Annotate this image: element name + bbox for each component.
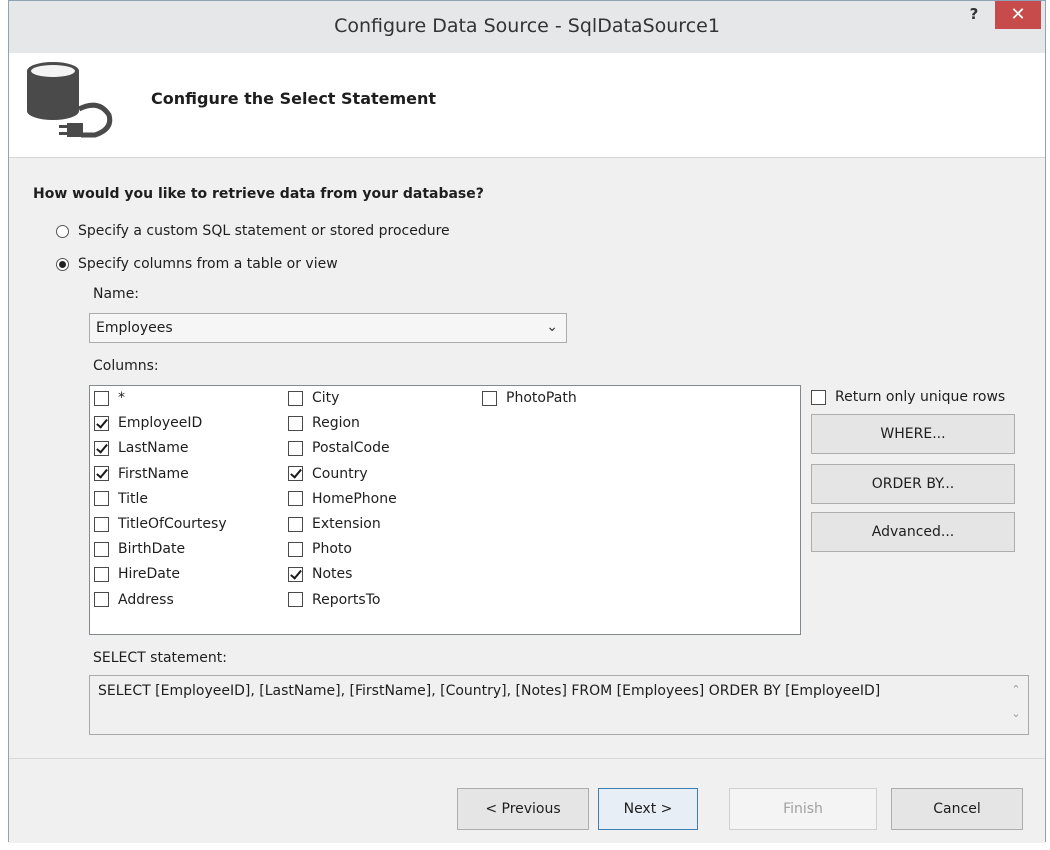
next-button[interactable]: Next > — [598, 788, 698, 830]
column-label: City — [312, 390, 340, 406]
table-columns-label: Specify columns from a table or view — [78, 256, 338, 272]
advanced-button[interactable]: Advanced... — [811, 512, 1015, 552]
column-label: Extension — [312, 516, 381, 532]
columns-list[interactable]: * EmployeeID LastName FirstName Title TitleOf… — [89, 385, 801, 635]
select-statement-box[interactable]: SELECT [EmployeeID], [LastName], [FirstN… — [89, 675, 1029, 735]
checkbox[interactable] — [288, 440, 303, 456]
checkbox[interactable] — [94, 491, 109, 507]
wizard-header: Configure the Select Statement — [9, 53, 1045, 158]
scrollbar[interactable]: ⌃ ⌄ — [1006, 678, 1026, 732]
select-statement-text: SELECT [EmployeeID], [LastName], [FirstN… — [98, 683, 881, 699]
column-label: PostalCode — [312, 440, 390, 457]
column-checkbox-item[interactable]: City — [288, 390, 339, 406]
column-label: TitleOfCourtesy — [118, 516, 227, 532]
select-statement-label: SELECT statement: — [93, 650, 227, 666]
order-by-button[interactable]: ORDER BY... — [811, 464, 1015, 504]
scroll-down-icon[interactable]: ⌄ — [1006, 702, 1026, 726]
column-checkbox-item[interactable]: Notes — [288, 566, 352, 582]
column-checkbox-item[interactable]: BirthDate — [94, 541, 185, 557]
checkbox[interactable] — [288, 390, 303, 406]
column-checkbox-item[interactable]: Photo — [288, 541, 352, 557]
column-checkbox-item[interactable]: ReportsTo — [288, 592, 380, 608]
column-label: Address — [118, 591, 174, 608]
column-label: Photo — [312, 541, 352, 558]
chevron-down-icon[interactable]: ⌄ — [546, 319, 558, 335]
custom-sql-radio[interactable]: Specify a custom SQL statement or stored… — [56, 223, 450, 239]
dialog-window: Configure Data Source - SqlDataSource1 ?… — [8, 0, 1046, 843]
checkbox[interactable] — [811, 389, 826, 405]
column-label: FirstName — [118, 465, 189, 482]
checkbox-checked[interactable] — [288, 566, 303, 582]
column-label: Country — [312, 465, 368, 482]
columns-label: Columns: — [93, 358, 159, 374]
column-checkbox-item[interactable]: Country — [288, 466, 368, 482]
column-checkbox-item[interactable]: Title — [94, 491, 148, 507]
name-label: Name: — [93, 286, 140, 302]
cancel-button[interactable]: Cancel — [891, 788, 1023, 830]
column-checkbox-item[interactable]: LastName — [94, 440, 188, 456]
wizard-body: How would you like to retrieve data from… — [9, 158, 1045, 758]
column-label: BirthDate — [118, 541, 186, 558]
checkbox[interactable] — [288, 541, 303, 557]
column-checkbox-item[interactable]: Extension — [288, 516, 381, 532]
custom-sql-label: Specify a custom SQL statement or stored… — [78, 223, 450, 239]
unique-rows-label: Return only unique rows — [835, 389, 1006, 405]
radio-circle[interactable] — [56, 224, 69, 238]
column-label: Notes — [312, 566, 353, 583]
column-label: PhotoPath — [506, 390, 577, 406]
close-button[interactable]: ✕ — [995, 1, 1041, 29]
table-columns-radio[interactable]: Specify columns from a table or view — [56, 256, 338, 272]
checkbox[interactable] — [94, 390, 109, 406]
column-label: EmployeeID — [118, 415, 203, 432]
title-bar: Configure Data Source - SqlDataSource1 ?… — [9, 1, 1045, 54]
finish-button: Finish — [729, 788, 877, 830]
column-checkbox-item[interactable]: Region — [288, 415, 360, 431]
checkbox-checked[interactable] — [94, 415, 109, 431]
checkbox[interactable] — [94, 592, 109, 608]
database-plug-icon — [27, 62, 113, 138]
column-checkbox-item[interactable]: HireDate — [94, 566, 180, 582]
scroll-up-icon[interactable]: ⌃ — [1006, 678, 1026, 702]
column-checkbox-item[interactable]: HomePhone — [288, 491, 397, 507]
window-title: Configure Data Source - SqlDataSource1 — [334, 15, 720, 37]
checkbox[interactable] — [288, 415, 303, 431]
wizard-footer: < Previous Next > Finish Cancel — [9, 758, 1045, 843]
checkbox[interactable] — [94, 566, 109, 582]
column-checkbox-item[interactable]: PostalCode — [288, 440, 390, 456]
table-name-value: Employees — [96, 320, 173, 336]
checkbox-checked[interactable] — [94, 440, 109, 456]
page-title: Configure the Select Statement — [151, 89, 437, 108]
checkbox[interactable] — [94, 516, 109, 532]
column-label: Region — [312, 415, 360, 432]
column-label: LastName — [118, 440, 189, 457]
column-checkbox-item[interactable]: EmployeeID — [94, 415, 202, 431]
where-button[interactable]: WHERE... — [811, 414, 1015, 454]
column-checkbox-item[interactable]: TitleOfCourtesy — [94, 516, 227, 532]
column-checkbox-item[interactable]: Address — [94, 592, 174, 608]
column-label: Title — [118, 490, 149, 507]
checkbox[interactable] — [482, 390, 497, 406]
help-button[interactable]: ? — [961, 5, 987, 29]
column-checkbox-item[interactable]: * — [94, 390, 125, 406]
unique-rows-checkbox[interactable]: Return only unique rows — [811, 389, 1005, 405]
checkbox[interactable] — [288, 516, 303, 532]
retrieval-question: How would you like to retrieve data from… — [33, 186, 484, 202]
column-label: HireDate — [118, 566, 180, 583]
previous-button[interactable]: < Previous — [457, 788, 589, 830]
checkbox[interactable] — [288, 491, 303, 507]
column-label: HomePhone — [312, 490, 397, 507]
column-checkbox-item[interactable]: FirstName — [94, 466, 189, 482]
checkbox-checked[interactable] — [288, 466, 303, 482]
table-name-select[interactable]: Employees ⌄ — [89, 313, 567, 343]
checkbox[interactable] — [288, 592, 303, 608]
column-label: ReportsTo — [312, 591, 381, 608]
column-checkbox-item[interactable]: PhotoPath — [482, 390, 577, 406]
column-label: * — [118, 390, 125, 406]
checkbox-checked[interactable] — [94, 466, 109, 482]
checkbox[interactable] — [94, 541, 109, 557]
radio-circle-selected[interactable] — [56, 257, 69, 271]
